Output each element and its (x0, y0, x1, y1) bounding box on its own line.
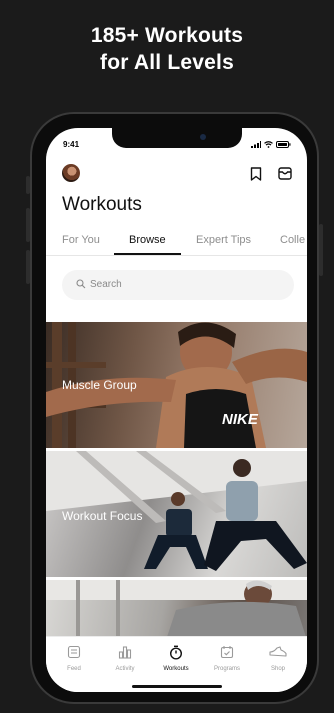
status-time: 9:41 (63, 140, 80, 149)
bookmark-icon[interactable] (250, 167, 262, 181)
shoe-icon (269, 646, 287, 657)
tab-for-you[interactable]: For You (62, 234, 100, 246)
top-bar (46, 164, 307, 190)
promo-line-1: 185+ Workouts (90, 24, 244, 47)
phone-screen: 9:41 Workouts For You Browse Expert Tips… (46, 128, 307, 692)
home-indicator (132, 685, 222, 688)
category-card-workout-focus[interactable]: Workout Focus (46, 451, 307, 577)
signal-icon (251, 141, 261, 148)
inbox-icon[interactable] (278, 167, 292, 180)
nav-programs[interactable]: Programs (207, 645, 247, 672)
volume-up-button (26, 208, 30, 242)
search-icon (76, 279, 86, 289)
tab-collections[interactable]: Colle (280, 234, 305, 246)
battery-icon (276, 141, 291, 148)
category-card-3[interactable] (46, 580, 307, 640)
promo-headline: 185+ Workouts for All Levels (0, 22, 334, 76)
status-icons (251, 141, 291, 148)
calendar-icon (220, 646, 234, 659)
nav-label: Shop (270, 666, 285, 672)
active-tab-indicator (114, 253, 181, 255)
category-card-muscle-group[interactable]: NIKE Muscle Group (46, 322, 307, 448)
notch (112, 128, 242, 148)
bottom-tab-bar: Feed Activity Workouts Programs Shop (46, 636, 307, 692)
feed-icon (67, 645, 81, 659)
nav-shop[interactable]: Shop (258, 645, 298, 672)
athlete-photo (46, 580, 307, 640)
stopwatch-icon (169, 645, 183, 660)
search-placeholder: Search (90, 279, 122, 290)
nav-activity[interactable]: Activity (105, 645, 145, 672)
card-label: Workout Focus (62, 509, 143, 523)
nav-label: Workouts (163, 666, 189, 672)
nav-workouts[interactable]: Workouts (156, 645, 196, 672)
search-input[interactable]: Search (62, 270, 294, 300)
wifi-icon (264, 141, 273, 148)
camera-icon (200, 134, 206, 140)
promo-line-2: for All Levels (100, 51, 234, 74)
mute-switch (26, 176, 30, 194)
nav-feed[interactable]: Feed (54, 645, 94, 672)
svg-text:NIKE: NIKE (222, 411, 259, 428)
volume-down-button (26, 250, 30, 284)
power-button (319, 224, 323, 276)
card-label: Muscle Group (62, 378, 137, 392)
avatar[interactable] (62, 164, 80, 182)
page-title: Workouts (62, 194, 142, 215)
tab-browse[interactable]: Browse (129, 234, 166, 246)
phone-frame: 9:41 Workouts For You Browse Expert Tips… (26, 112, 323, 704)
tab-expert-tips[interactable]: Expert Tips (196, 234, 251, 246)
nav-label: Programs (213, 666, 240, 672)
nav-label: Activity (115, 666, 135, 672)
tab-strip: For You Browse Expert Tips Colle (46, 226, 307, 256)
nav-label: Feed (67, 666, 81, 672)
activity-icon (118, 646, 132, 659)
